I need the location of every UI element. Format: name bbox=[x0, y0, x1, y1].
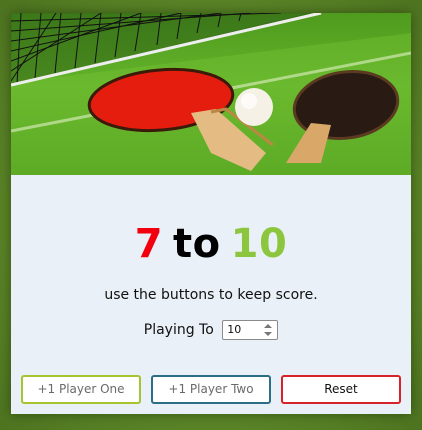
ping-pong-image bbox=[11, 13, 411, 175]
reset-button[interactable]: Reset bbox=[281, 375, 401, 404]
player-one-increment-button[interactable]: +1 Player One bbox=[21, 375, 141, 404]
player-two-increment-button[interactable]: +1 Player Two bbox=[151, 375, 271, 404]
player-one-score: 7 bbox=[134, 221, 164, 267]
button-row: +1 Player One +1 Player Two Reset bbox=[11, 375, 411, 405]
player-two-score: 10 bbox=[230, 221, 288, 267]
score-separator: to bbox=[173, 221, 221, 267]
score-display: 7 to 10 bbox=[11, 220, 411, 268]
playing-to-input[interactable]: 10 bbox=[222, 320, 279, 340]
spinner-arrows-icon[interactable] bbox=[263, 323, 273, 337]
playing-to-label: Playing To bbox=[143, 322, 214, 338]
playing-to-row: Playing To 10 bbox=[11, 320, 411, 340]
playing-to-value: 10 bbox=[227, 323, 242, 336]
instructions-text: use the buttons to keep score. bbox=[104, 287, 318, 303]
score-card: 7 to 10 use the buttons to keep score. Pla… bbox=[11, 13, 411, 414]
